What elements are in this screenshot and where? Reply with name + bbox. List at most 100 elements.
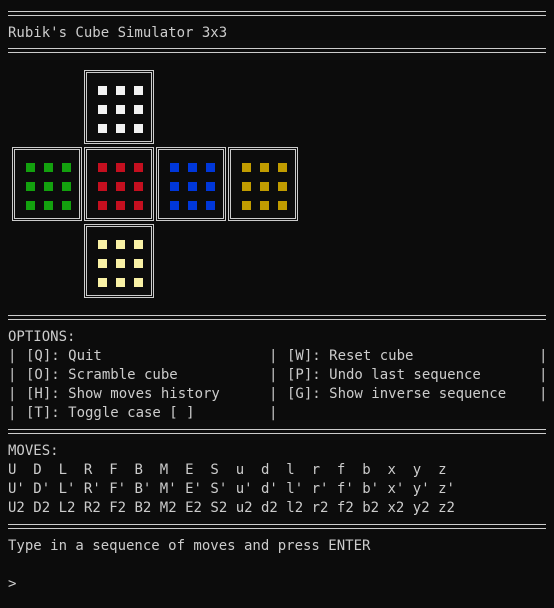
cube-sticker-up bbox=[134, 124, 143, 133]
move-token: f2 bbox=[336, 500, 354, 516]
cube-sticker-down bbox=[134, 240, 143, 249]
cube-sticker-left bbox=[62, 182, 71, 191]
cube-face-front bbox=[84, 147, 154, 221]
move-token: B2 bbox=[134, 500, 152, 516]
cube-sticker-back bbox=[260, 163, 269, 172]
move-token: r bbox=[311, 462, 321, 478]
cube-sticker-back bbox=[260, 182, 269, 191]
option-item: [T]: Toggle case [ ] bbox=[26, 405, 195, 421]
move-token: l' bbox=[286, 481, 304, 497]
move-token: z' bbox=[438, 481, 455, 497]
options-rule bbox=[8, 315, 546, 320]
move-token: l2 bbox=[286, 500, 304, 516]
cube-sticker-right bbox=[188, 182, 197, 191]
move-token: x' bbox=[387, 481, 405, 497]
options-heading: OPTIONS: bbox=[8, 329, 76, 345]
cube-sticker-up bbox=[98, 86, 107, 95]
move-token: L bbox=[58, 462, 68, 478]
cube-sticker-back bbox=[278, 201, 287, 210]
move-token: E' bbox=[185, 481, 202, 497]
option-separator: | bbox=[539, 367, 548, 383]
move-token: M bbox=[159, 462, 169, 478]
cube-sticker-down bbox=[116, 259, 125, 268]
cube-sticker-right bbox=[170, 201, 179, 210]
move-token: R' bbox=[83, 481, 101, 497]
cube-sticker-down bbox=[98, 240, 107, 249]
cube-sticker-up bbox=[98, 105, 107, 114]
move-token: f' bbox=[336, 481, 354, 497]
cube-sticker-front bbox=[116, 201, 125, 210]
cube-sticker-right bbox=[188, 201, 197, 210]
cube-sticker-left bbox=[44, 201, 53, 210]
move-token: U bbox=[8, 462, 17, 478]
cube-face-back bbox=[228, 147, 298, 221]
cube-face-left bbox=[12, 147, 82, 221]
move-token: D' bbox=[33, 481, 51, 497]
cube-sticker-right bbox=[206, 163, 215, 172]
top-rule bbox=[8, 11, 546, 16]
cube-sticker-front bbox=[98, 201, 107, 210]
move-token: B bbox=[134, 462, 143, 478]
moves-heading: MOVES: bbox=[8, 443, 59, 459]
move-token: M2 bbox=[159, 500, 177, 516]
move-token: d' bbox=[261, 481, 278, 497]
move-token: M' bbox=[159, 481, 177, 497]
cube-sticker-front bbox=[134, 182, 143, 191]
cube-sticker-up bbox=[134, 86, 143, 95]
cube-sticker-left bbox=[44, 182, 53, 191]
move-token: y bbox=[412, 462, 422, 478]
option-item: [W]: Reset cube bbox=[287, 348, 414, 364]
move-token: b2 bbox=[362, 500, 380, 516]
move-token: S' bbox=[210, 481, 228, 497]
move-token: D bbox=[33, 462, 42, 478]
cube-sticker-down bbox=[134, 259, 143, 268]
move-token: x2 bbox=[387, 500, 405, 516]
command-prompt[interactable]: > bbox=[8, 575, 16, 594]
cube-sticker-down bbox=[116, 240, 125, 249]
move-token: r' bbox=[311, 481, 329, 497]
move-token: E2 bbox=[185, 500, 202, 516]
option-separator: | bbox=[539, 348, 548, 364]
option-separator: | bbox=[269, 386, 278, 402]
move-token: d bbox=[261, 462, 270, 478]
cube-sticker-up bbox=[116, 105, 125, 114]
option-separator: | bbox=[8, 405, 17, 421]
cube-sticker-up bbox=[116, 86, 125, 95]
title-rule bbox=[8, 48, 546, 53]
move-token: U2 bbox=[8, 500, 25, 516]
cube-sticker-back bbox=[278, 163, 287, 172]
cube-sticker-left bbox=[44, 163, 53, 172]
cube-sticker-up bbox=[98, 124, 107, 133]
cube-sticker-left bbox=[62, 201, 71, 210]
option-separator: | bbox=[8, 348, 17, 364]
move-token: D2 bbox=[33, 500, 51, 516]
cube-sticker-left bbox=[26, 201, 35, 210]
move-token: f bbox=[336, 462, 346, 478]
move-token: S bbox=[210, 462, 219, 478]
cube-sticker-front bbox=[116, 163, 125, 172]
option-item: [Q]: Quit bbox=[26, 348, 102, 364]
move-token: b' bbox=[362, 481, 380, 497]
move-token: F2 bbox=[109, 500, 127, 516]
option-item: [P]: Undo last sequence bbox=[287, 367, 481, 383]
move-token: u bbox=[235, 462, 245, 478]
move-token: u2 bbox=[235, 500, 253, 516]
move-token: y2 bbox=[412, 500, 430, 516]
move-token: b bbox=[362, 462, 371, 478]
move-token: F bbox=[109, 462, 118, 478]
moves-rule bbox=[8, 429, 546, 434]
move-token: B' bbox=[134, 481, 152, 497]
cube-sticker-right bbox=[206, 201, 215, 210]
cube-sticker-right bbox=[170, 163, 179, 172]
cube-sticker-back bbox=[242, 163, 251, 172]
cube-sticker-front bbox=[98, 163, 107, 172]
cube-sticker-front bbox=[134, 163, 143, 172]
option-separator: | bbox=[269, 348, 278, 364]
option-item: [G]: Show inverse sequence bbox=[287, 386, 507, 402]
cube-sticker-right bbox=[170, 182, 179, 191]
cube-sticker-back bbox=[242, 182, 251, 191]
move-token: R2 bbox=[83, 500, 101, 516]
cube-sticker-right bbox=[188, 163, 197, 172]
move-token: y' bbox=[412, 481, 430, 497]
prompt-instruction: Type in a sequence of moves and press EN… bbox=[8, 538, 371, 554]
